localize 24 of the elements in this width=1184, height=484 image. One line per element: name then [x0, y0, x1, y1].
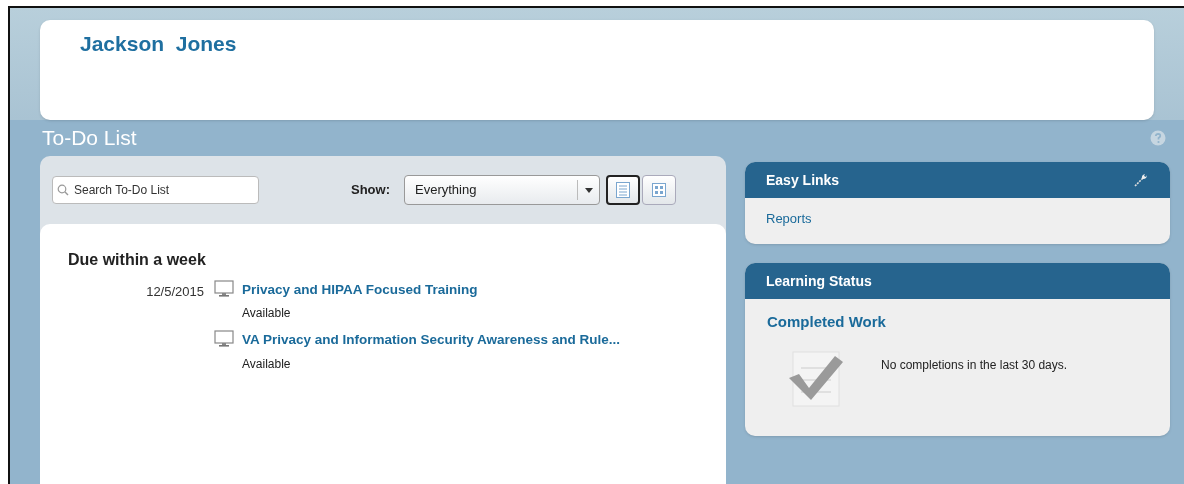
card-title: Easy Links: [766, 170, 840, 190]
caret-icon: [584, 187, 593, 193]
list-view-button[interactable]: [606, 175, 640, 205]
training-link[interactable]: VA Privacy and Information Security Awareness and Rule...: [242, 330, 621, 351]
list-icon: [616, 182, 630, 198]
no-completions-message: No completions in the last 30 days.: [881, 356, 1068, 374]
status-text: Available: [242, 305, 292, 323]
due-date: 12/5/2015: [146, 283, 204, 301]
card-title: Learning Status: [766, 271, 872, 291]
monitor-icon: [214, 280, 234, 298]
reports-link[interactable]: Reports: [766, 211, 812, 226]
user-name: Jackson Jones: [80, 31, 238, 57]
search-field[interactable]: Search To-Do List: [52, 176, 259, 204]
monitor-icon: [214, 330, 234, 349]
show-dropdown[interactable]: Everything: [404, 175, 600, 205]
show-label: Show:: [351, 181, 390, 200]
page-title: To-Do List: [42, 125, 137, 152]
search-icon: [57, 184, 69, 196]
wrench-icon[interactable]: [1133, 172, 1149, 188]
group-heading: Due within a week: [68, 250, 207, 270]
completed-work-heading: Completed Work: [767, 312, 887, 332]
status-text: Available: [242, 355, 292, 373]
grid-icon: [652, 183, 666, 197]
training-link[interactable]: Privacy and HIPAA Focused Training: [242, 280, 478, 301]
